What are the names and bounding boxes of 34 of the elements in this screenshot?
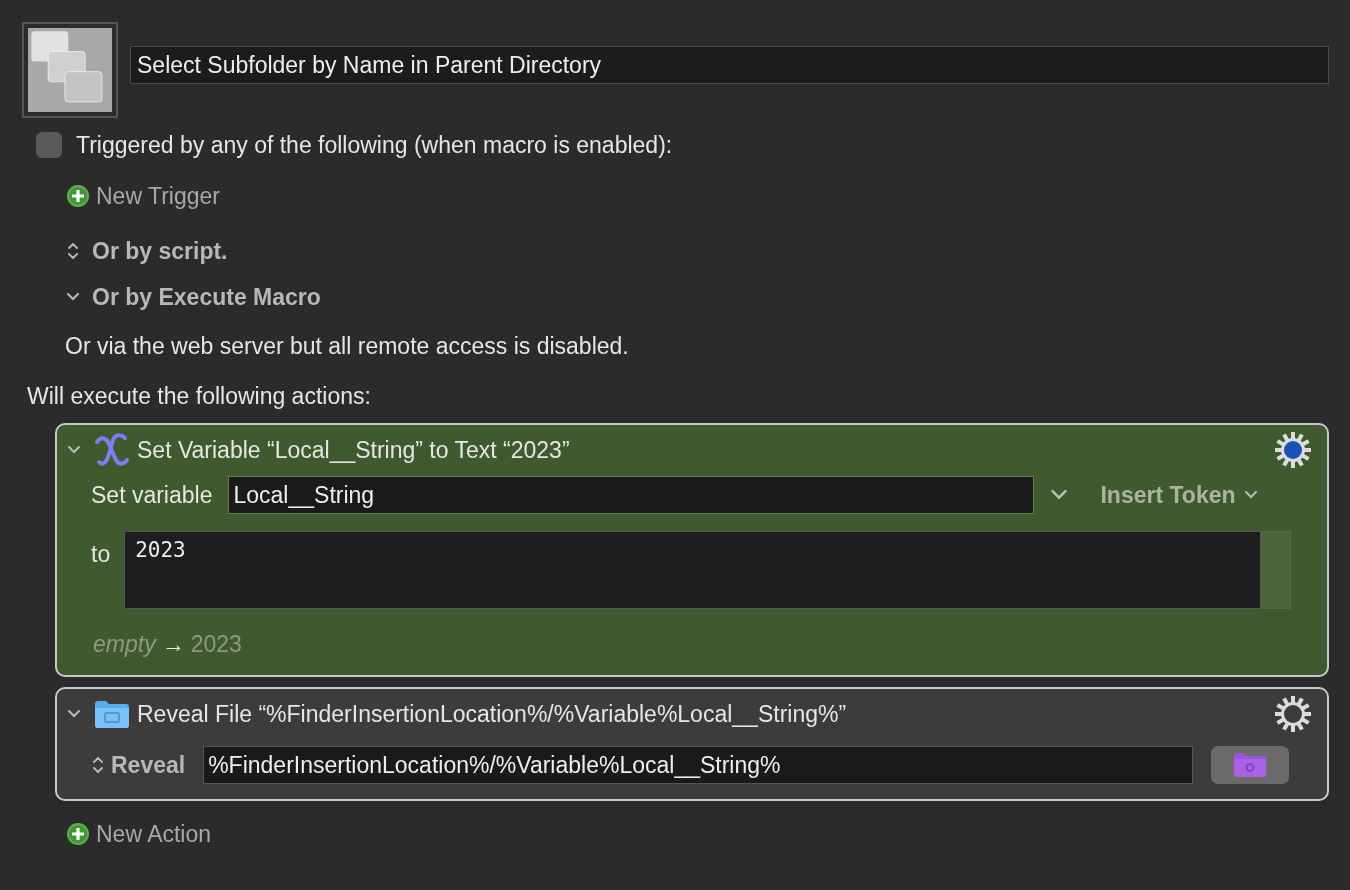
settings-icon[interactable] — [1273, 694, 1313, 734]
action-title: Set Variable “Local__String” to Text “2023” — [137, 436, 571, 464]
reveal-mode-popup[interactable]: Reveal — [91, 751, 186, 779]
settings-icon[interactable] — [1273, 430, 1313, 470]
insert-token-menu[interactable]: Insert Token — [1084, 481, 1258, 509]
macro-icon[interactable] — [22, 22, 118, 118]
field-label: Set variable — [91, 481, 213, 509]
variable-name-field[interactable]: Local__String — [228, 476, 1035, 514]
action-title: Reveal File “%FinderInsertionLocation%/%Variable%Local__String%” — [137, 700, 848, 728]
macro-name-field[interactable]: Select Subfolder by Name in Parent Directory — [130, 46, 1329, 84]
folder-icon — [93, 698, 131, 730]
actions-heading: Will execute the following actions: — [27, 382, 371, 410]
preview-old-value: empty — [93, 630, 156, 658]
trigger-option-label[interactable]: Or by script. — [92, 237, 228, 265]
variable-x-icon — [93, 432, 131, 468]
preview-new-value: 2023 — [190, 630, 242, 658]
stacked-windows-icon — [28, 28, 112, 112]
arrow-icon: → — [161, 630, 185, 658]
trigger-label: Triggered by any of the following (when macro is enabled): — [76, 131, 673, 159]
folder-icon — [1233, 752, 1267, 778]
add-icon[interactable] — [66, 822, 90, 846]
checkbox[interactable] — [36, 132, 62, 158]
up-down-chevron-icon[interactable] — [66, 241, 80, 261]
action-card[interactable]: Set Variable “Local__String” to Text “2023” Set variable Local__String Insert Token to 2023 empty → 2023 — [55, 423, 1329, 677]
text-area[interactable]: 2023 — [124, 531, 1261, 609]
action-card[interactable]: Reveal File “%FinderInsertionLocation%/%Variable%Local__String%” Reveal %FinderInsertionLocation%/%Variable%Local__String% — [55, 687, 1329, 801]
path-field[interactable]: %FinderInsertionLocation%/%Variable%Local__String% — [203, 746, 1193, 784]
up-down-chevron-icon — [91, 755, 105, 775]
add-icon[interactable] — [66, 184, 90, 208]
field-label: to — [91, 541, 111, 568]
web-server-note: Or via the web server but all remote access is disabled. — [65, 332, 629, 360]
new-trigger-link[interactable]: New Trigger — [96, 182, 220, 210]
new-action-link[interactable]: New Action — [96, 820, 212, 848]
trigger-option-label[interactable]: Or by Execute Macro — [92, 283, 321, 311]
